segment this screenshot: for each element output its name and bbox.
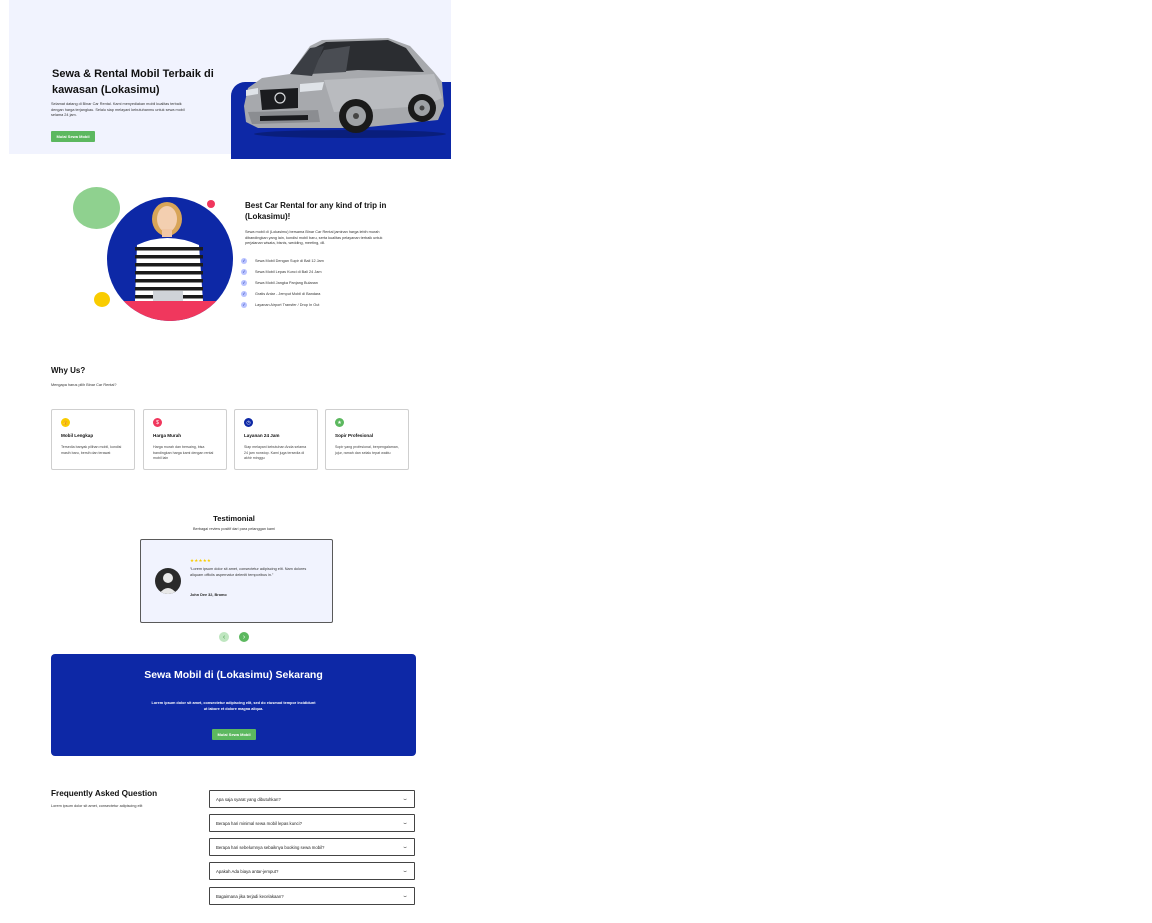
faq-subtitle: Lorem ipsum dolor sit amet, consectetur … [51, 804, 143, 808]
decor-pink-circle [207, 200, 215, 208]
why-card-low-price: $ Harga Murah Harga murah dan bersaing, … [143, 409, 227, 470]
chevron-down-icon: ⌄ [401, 893, 409, 899]
car-image [244, 38, 446, 138]
why-us-title: Why Us? [51, 366, 86, 375]
medal-icon: ★ [335, 418, 344, 427]
decor-green-circle [73, 187, 120, 229]
list-item: ✓ Sewa Mobil Dengan Supir di Bali 12 Jam [241, 257, 324, 264]
check-icon: ✓ [241, 290, 247, 297]
why-card-complete-cars: 👍 Mobil Lengkap Tersedia banyak pilihan … [51, 409, 135, 470]
clock-icon: ◷ [244, 418, 253, 427]
faq-question: Berapa hari sebelumnya sebaiknya booking… [216, 844, 325, 850]
cta-banner: Sewa Mobil di (Lokasimu) Sekarang Lorem … [51, 654, 416, 756]
why-card-description: Sopir yang profesional, berpengalaman, j… [335, 445, 399, 455]
chevron-down-icon: ⌄ [401, 796, 409, 802]
check-icon: ✓ [241, 257, 247, 264]
why-card-title: Mobil Lengkap [61, 433, 94, 438]
services-description: Sewa mobil di (Lokasimu) bersama Binar C… [245, 230, 383, 246]
hero-title: Sewa & Rental Mobil Terbaik di kawasan (… [52, 68, 214, 96]
faq-item[interactable]: Bagaimana jika terjadi kecelakaan? ⌄ [209, 887, 415, 905]
why-card-description: Siap melayani kebutuhan Anda selama 24 j… [244, 445, 307, 460]
faq-item[interactable]: Berapa hari minimal sewa mobil lepas kun… [209, 814, 415, 832]
cta-title: Sewa Mobil di (Lokasimu) Sekarang [144, 669, 323, 681]
hero-rent-button[interactable]: Mulai Sewa Mobil [51, 131, 95, 142]
list-item: ✓ Sewa Mobil Jangka Panjang Bulanan [241, 279, 318, 286]
chevron-right-icon: › [242, 633, 246, 641]
list-item: ✓ Gratis Antar - Jemput Mobil di Bandara [241, 290, 321, 297]
check-icon: ✓ [241, 301, 247, 308]
chevron-down-icon: ⌄ [401, 820, 409, 826]
testimonial-subtitle: Berbagai review positif dari para pelang… [192, 527, 276, 531]
why-card-24h-service: ◷ Layanan 24 Jam Siap melayani kebutuhan… [234, 409, 318, 470]
why-us-subtitle: Mengapa harus pilih Binar Car Rental? [51, 383, 117, 387]
chevron-left-icon: ‹ [222, 633, 226, 641]
woman-illustration [107, 202, 233, 321]
carousel-prev-button[interactable]: ‹ [219, 632, 229, 642]
check-icon: ✓ [241, 279, 247, 286]
thumbs-up-icon: 👍 [61, 418, 70, 427]
faq-question: Bagaimana jika terjadi kecelakaan? [216, 893, 284, 899]
decor-yellow-circle [94, 292, 110, 307]
person-icon [159, 573, 177, 594]
rating-stars: ★★★★★ [190, 558, 212, 563]
faq-item[interactable]: Apa saja syarat yang dibutuhkan? ⌄ [209, 790, 415, 808]
why-card-description: Harga murah dan bersaing, bisa bandingka… [153, 445, 214, 460]
services-title: Best Car Rental for any kind of trip in … [245, 201, 387, 221]
testimonial-card: ★★★★★ “Lorem ipsum dolor sit amet, conse… [140, 539, 333, 623]
services-list: ✓ Sewa Mobil Dengan Supir di Bali 12 Jam … [241, 255, 324, 310]
why-card-title: Sopir Profesional [335, 433, 374, 438]
why-card-description: Tersedia banyak pilihan mobil, kondisi m… [61, 445, 122, 455]
testimonial-text: “Lorem ipsum dolor sit amet, consectetur… [190, 567, 307, 577]
cta-rent-button[interactable]: Mulai Sewa Mobil [212, 729, 256, 740]
faq-question: Apa saja syarat yang dibutuhkan? [216, 796, 281, 802]
why-card-title: Harga Murah [153, 433, 182, 438]
carousel-next-button[interactable]: › [239, 632, 249, 642]
faq-question: Apakah Ada biaya antar-jemput? [216, 868, 279, 874]
testimonial-name: John Dee 32, Bromo [190, 593, 227, 597]
avatar [155, 568, 181, 594]
faq-item[interactable]: Apakah Ada biaya antar-jemput? ⌄ [209, 862, 415, 880]
chevron-down-icon: ⌄ [401, 868, 409, 874]
why-card-pro-driver: ★ Sopir Profesional Sopir yang profesion… [325, 409, 409, 470]
testimonial-title: Testimonial [213, 514, 255, 523]
woman-image [107, 197, 233, 321]
chevron-down-icon: ⌄ [401, 844, 409, 850]
faq-title: Frequently Asked Question [51, 789, 158, 798]
price-tag-icon: $ [153, 418, 162, 427]
list-item: ✓ Sewa Mobil Lepas Kunci di Bali 24 Jam [241, 268, 322, 275]
faq-item[interactable]: Berapa hari sebelumnya sebaiknya booking… [209, 838, 415, 856]
cta-description: Lorem ipsum dolor sit amet, consectetur … [151, 701, 316, 711]
why-card-title: Layanan 24 Jam [244, 433, 280, 438]
faq-question: Berapa hari minimal sewa mobil lepas kun… [216, 820, 302, 826]
list-item: ✓ Layanan Airport Transfer / Drop In Out [241, 301, 320, 308]
check-icon: ✓ [241, 268, 247, 275]
hero-description: Selamat datang di Binar Car Rental. Kami… [51, 102, 185, 118]
